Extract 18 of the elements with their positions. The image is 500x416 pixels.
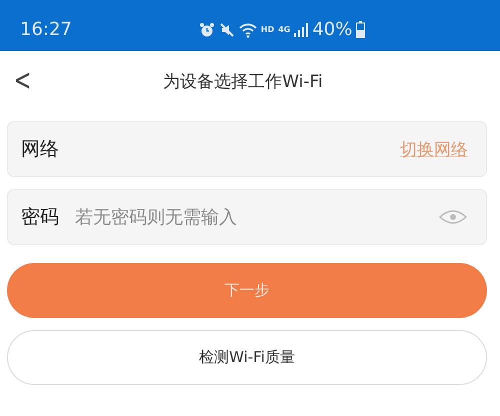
signal-icon xyxy=(294,22,308,36)
password-field[interactable]: 密码 若无密码则无需输入 xyxy=(7,189,487,245)
field-label: 网络 xyxy=(21,137,59,162)
password-input[interactable]: 若无密码则无需输入 xyxy=(73,206,438,228)
hd-label: HD xyxy=(260,25,274,34)
alarm-icon xyxy=(198,22,215,38)
network-field[interactable]: 网络 切换网络 xyxy=(7,121,487,177)
check-quality-button[interactable]: 检测Wi-Fi质量 xyxy=(7,330,487,385)
battery-percent: 40% xyxy=(312,19,352,40)
network-type-label: 4G xyxy=(278,25,290,34)
battery-icon xyxy=(356,21,366,38)
mute-icon xyxy=(218,22,235,38)
page-title: 为设备选择工作Wi-Fi xyxy=(163,70,323,92)
eye-icon[interactable] xyxy=(438,207,468,227)
wifi-icon xyxy=(238,22,257,38)
status-time: 16:27 xyxy=(20,19,72,40)
field-label: 密码 xyxy=(21,205,59,230)
back-button[interactable]: < xyxy=(10,63,34,98)
